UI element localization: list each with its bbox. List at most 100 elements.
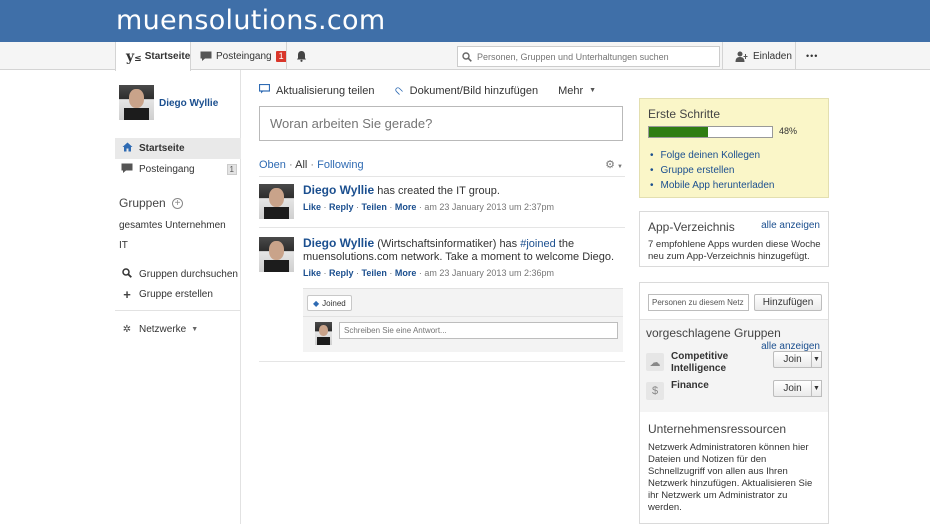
post-meta: Like · Reply · Teilen · More · am 23 Jan… [303,268,554,278]
getting-started-progress-bar [648,126,773,138]
speech-bubble-icon [258,83,271,97]
sidebar-item-inbox[interactable]: Posteingang 1 [115,159,241,180]
task-create-group[interactable]: Gruppe erstellen [650,163,775,178]
profile-name[interactable]: Diego Wyllie [159,98,218,109]
more-button[interactable]: More [395,202,417,212]
reply-button[interactable]: Reply [329,202,354,212]
app-directory-show-all[interactable]: alle anzeigen [761,220,820,231]
filter-separator: · [310,159,315,171]
feed-settings-button[interactable]: ⚙ ▼ [605,158,623,171]
post-author-avatar[interactable] [259,184,294,219]
more-button[interactable]: More [395,268,417,278]
like-button[interactable]: Like [303,268,321,278]
share-update-label: Aktualisierung teilen [276,84,375,97]
post-author[interactable]: Diego Wyllie [303,236,374,250]
post-body: Diego Wyllie (Wirtschaftsinformatiker) h… [303,237,621,280]
chevron-down-icon: ▼ [191,326,199,333]
compose-box[interactable] [259,106,623,141]
more-menu-button[interactable]: ••• [806,42,818,70]
nav-divider [722,42,723,70]
getting-started-title: Erste Schritte [648,107,721,121]
share-button[interactable]: Teilen [362,268,387,278]
app-directory-text: 7 empfohlene Apps wurden diese Woche neu… [648,239,821,262]
reply-divider [303,316,623,317]
post-author-role: (Wirtschaftsinformatiker) has [377,238,518,250]
reply-user-avatar [315,322,332,345]
composer-actions: Aktualisierung teilen ⊂ Dokument/Bild hi… [258,83,616,99]
create-group-link[interactable]: + Gruppe erstellen [115,284,241,305]
app-directory-panel: App-Verzeichnis alle anzeigen 7 empfohle… [639,211,829,267]
inbox-icon [121,163,133,176]
inbox-count-badge: 1 [275,50,287,62]
suggested-group-row: ☁ Competitive Intelligence Join ▼ [646,351,822,375]
topic-tag-joined[interactable]: ◆ Joined [307,295,352,311]
feed-divider [259,176,625,177]
post-timestamp: am 23 January 2013 um 2:36pm [424,268,554,278]
tag-icon: ◆ [313,298,320,308]
chevron-down-icon: ▼ [813,356,820,363]
join-group-button[interactable]: Join [773,351,812,368]
share-button[interactable]: Teilen [362,202,387,212]
filter-top[interactable]: Oben [259,159,286,171]
more-dots-icon: ••• [806,51,819,61]
task-mobile-app[interactable]: Mobile App herunterladen [650,178,775,193]
progress-fill [649,127,709,137]
nav-tab-inbox[interactable]: Posteingang 1 [200,42,287,70]
add-group-icon[interactable]: + [172,198,184,210]
task-follow-colleagues[interactable]: Folge deinen Kollegen [650,148,775,163]
people-groups-panel: Hinzufügen vorgeschlagene Gruppen alle a… [639,282,829,524]
compose-input[interactable] [270,116,610,131]
filter-all[interactable]: All [295,159,307,171]
getting-started-list: Folge deinen Kollegen Gruppe erstellen M… [650,148,775,193]
invite-label: Einladen [753,50,792,62]
joined-hashtag-link[interactable]: #joined [520,238,555,250]
invite-button[interactable]: Einladen [735,42,792,70]
suggested-groups-section: vorgeschlagene Gruppen alle anzeigen ☁ C… [640,319,828,412]
post-author-avatar[interactable] [259,237,294,272]
reply-button[interactable]: Reply [329,268,354,278]
join-group-button[interactable]: Join [773,380,812,397]
create-group-label: Gruppe erstellen [139,289,213,300]
search-groups-label: Gruppen durchsuchen [139,269,238,280]
search-groups-link[interactable]: Gruppen durchsuchen [115,264,241,285]
chevron-down-icon: ▼ [617,164,623,170]
nav-inbox-label: Posteingang [216,50,272,62]
group-brain-icon: ☁ [646,353,664,371]
topic-tag-label: Joined [322,298,346,308]
like-button[interactable]: Like [303,202,321,212]
filter-following[interactable]: Following [317,159,363,171]
join-options-dropdown[interactable]: ▼ [812,351,822,368]
people-invite-input[interactable] [648,294,749,311]
nav-tab-home[interactable]: y≤ Startseite [115,42,191,71]
sidebar-item-home[interactable]: Startseite [115,138,241,159]
join-options-dropdown[interactable]: ▼ [812,380,822,397]
sidebar-group-it[interactable]: IT [119,240,128,251]
profile-avatar[interactable] [119,85,154,120]
feed-filters: Oben · All · Following [259,159,364,171]
groups-heading: Gruppen + [119,196,184,210]
share-update-tab[interactable]: Aktualisierung teilen [258,83,375,97]
networks-menu[interactable]: ✲ Netzwerke ▼ [115,319,241,340]
network-brand[interactable]: muensolutions.com [116,5,385,36]
reply-area: ◆ Joined [303,288,623,352]
group-finance-icon: $ [646,382,664,400]
sidebar-group-all-company[interactable]: gesamtes Unternehmen [119,220,226,231]
networks-icon: ✲ [122,324,132,335]
global-search[interactable] [457,46,720,67]
add-document-tab[interactable]: ⊂ Dokument/Bild hinzufügen [391,83,538,99]
nav-divider [795,42,796,70]
notifications-button[interactable] [296,42,307,70]
reply-input[interactable] [339,322,618,339]
filter-separator: · [288,159,293,171]
more-actions-dropdown[interactable]: Mehr ▼ [558,84,596,97]
paperclip-icon: ⊂ [391,83,407,99]
main-feed: Aktualisierung teilen ⊂ Dokument/Bild hi… [258,70,625,524]
post-author[interactable]: Diego Wyllie [303,183,374,197]
add-people-button[interactable]: Hinzufügen [754,294,822,311]
gear-icon: ⚙ [605,159,616,171]
sidebar-inbox-count: 1 [226,164,237,175]
search-input[interactable] [477,51,717,62]
suggested-group-name[interactable]: Competitive Intelligence [671,351,761,375]
bell-icon [297,51,306,62]
suggested-group-name[interactable]: Finance [671,380,761,392]
